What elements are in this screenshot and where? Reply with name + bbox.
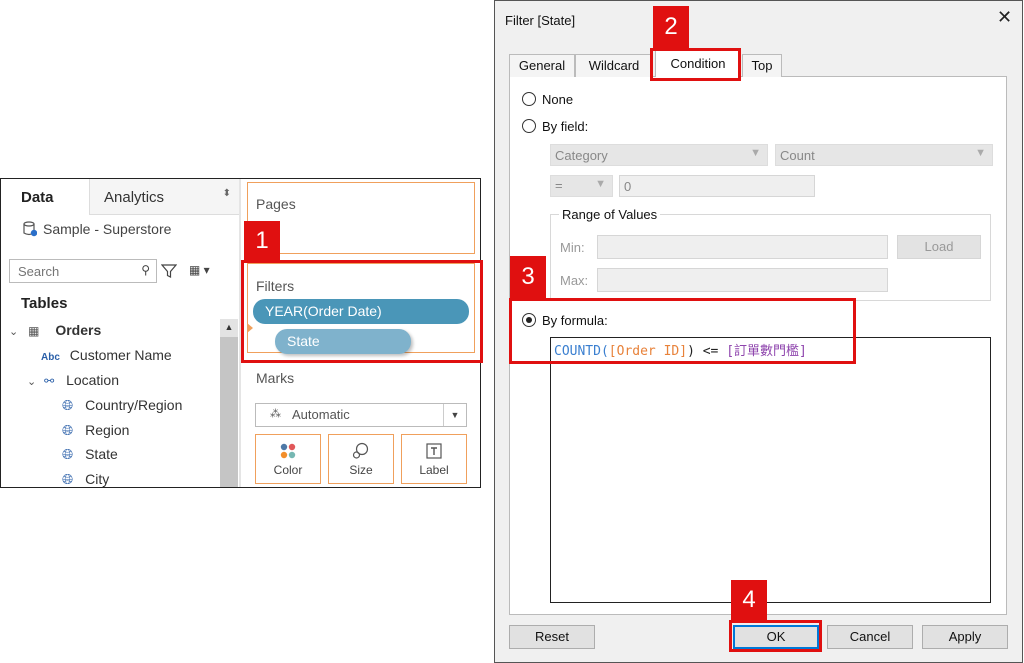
label-label: Label <box>419 463 449 477</box>
tree-item-label: Country/Region <box>85 397 183 413</box>
tree-item-label: Customer Name <box>69 347 172 363</box>
color-icon <box>280 443 296 459</box>
field-city[interactable]: 🌐︎ City <box>62 471 110 487</box>
tab-wildcard[interactable]: Wildcard <box>575 54 653 77</box>
table-icon: ▦ <box>28 324 40 338</box>
apply-button[interactable]: Apply <box>922 625 1008 649</box>
highlight-box-filters <box>241 260 483 363</box>
globe-icon: 🌐︎ <box>62 397 74 413</box>
hierarchy-icon: ⚯ <box>44 374 55 388</box>
field-select-value: Category <box>555 148 608 163</box>
tree-item-label: Orders <box>55 322 102 338</box>
radio-by-field[interactable] <box>522 119 536 133</box>
tree-item-label: Region <box>85 422 130 438</box>
search-icon[interactable]: ⚲ <box>141 263 150 277</box>
radio-by-field-label[interactable]: By field: <box>542 119 588 134</box>
tab-general[interactable]: General <box>509 54 575 77</box>
datasource-label: Sample - Superstore <box>43 221 172 237</box>
datasource-name[interactable]: Sample - Superstore <box>23 221 171 237</box>
chevron-down-icon: ▼ <box>975 147 986 159</box>
tab-data[interactable]: Data <box>21 189 54 206</box>
operator-select-value: = <box>555 178 563 193</box>
mark-type-value: Automatic <box>292 407 350 422</box>
size-label: Size <box>349 463 373 477</box>
database-icon <box>23 221 37 237</box>
value-field[interactable]: 0 <box>619 175 815 197</box>
label-mark-button[interactable]: Label <box>401 434 467 484</box>
string-type-icon: Abc <box>41 352 60 363</box>
chevron-down-icon: ▼ <box>595 178 606 190</box>
tab-analytics-label: Analytics <box>104 189 165 206</box>
radio-none-label[interactable]: None <box>542 92 573 107</box>
size-icon <box>352 442 369 459</box>
dialog-title: Filter [State] <box>505 13 576 28</box>
chevron-down-icon[interactable]: ⌄ <box>9 326 18 338</box>
tables-heading: Tables <box>21 295 68 312</box>
close-icon[interactable]: ✕ <box>997 7 1012 28</box>
globe-icon: 🌐︎ <box>62 446 74 462</box>
operator-select[interactable]: = ▼ <box>550 175 613 197</box>
marks-label: Marks <box>256 370 295 386</box>
table-orders[interactable]: ⌄ ▦ Orders <box>9 322 101 338</box>
globe-icon: 🌐︎ <box>62 422 74 438</box>
tree-item-label: City <box>85 471 110 487</box>
mark-type-select[interactable]: ⁂ Automatic ▼ <box>255 403 467 427</box>
hierarchy-location[interactable]: ⌄ ⚯ Location <box>27 372 119 388</box>
highlight-box-ok <box>729 620 822 652</box>
aggregation-select[interactable]: Count ▼ <box>775 144 993 166</box>
updown-arrow-icon[interactable]: ⬍ <box>223 188 231 199</box>
highlight-box-by-formula <box>509 298 856 364</box>
range-of-values-label: Range of Values <box>559 207 661 222</box>
dropdown-arrow-icon[interactable]: ▼ <box>443 404 466 426</box>
step-badge-1: 1 <box>244 221 280 261</box>
field-state[interactable]: 🌐︎ State <box>62 446 118 463</box>
color-mark-button[interactable]: Color <box>255 434 321 484</box>
cancel-button[interactable]: Cancel <box>827 625 913 649</box>
search-field[interactable]: ⚲ <box>9 259 157 283</box>
pages-shelf[interactable]: Pages <box>247 182 475 254</box>
field-customer-name[interactable]: Abc Customer Name <box>41 347 172 363</box>
label-icon <box>426 443 442 459</box>
step-badge-3: 3 <box>510 256 546 298</box>
automatic-mark-icon: ⁂ <box>270 408 281 420</box>
radio-none[interactable] <box>522 92 536 106</box>
min-field[interactable] <box>597 235 888 259</box>
chevron-down-icon[interactable]: ⌄ <box>27 376 36 388</box>
value-field-value: 0 <box>624 179 632 194</box>
view-options-icon[interactable]: ▦ ▾ <box>189 263 219 279</box>
pages-label: Pages <box>256 196 296 212</box>
tree-item-label: State <box>85 446 118 462</box>
globe-icon: 🌐︎ <box>62 471 74 487</box>
scroll-up-icon[interactable]: ▲ <box>220 319 238 335</box>
max-field[interactable] <box>597 268 888 292</box>
highlight-box-condition-tab <box>650 48 741 81</box>
load-button[interactable]: Load <box>897 235 981 259</box>
tab-top[interactable]: Top <box>742 54 782 77</box>
max-label: Max: <box>560 273 589 288</box>
step-badge-2: 2 <box>653 6 689 48</box>
search-input[interactable] <box>16 260 130 282</box>
chevron-down-icon: ▼ <box>750 147 761 159</box>
field-country-region[interactable]: 🌐︎ Country/Region <box>62 397 182 414</box>
tree-item-label: Location <box>66 372 119 388</box>
scrollbar-thumb[interactable] <box>220 337 238 487</box>
min-label: Min: <box>560 240 585 255</box>
step-badge-4: 4 <box>731 580 767 620</box>
field-select[interactable]: Category ▼ <box>550 144 768 166</box>
size-mark-button[interactable]: Size <box>328 434 394 484</box>
formula-editor[interactable]: COUNTD([Order ID]) <= [訂單數門檻] <box>550 337 991 603</box>
aggregation-select-value: Count <box>780 148 815 163</box>
filter-icon[interactable] <box>161 263 177 279</box>
tab-analytics[interactable]: Analytics ⬍ <box>89 179 239 215</box>
field-region[interactable]: 🌐︎ Region <box>62 422 129 439</box>
reset-button[interactable]: Reset <box>509 625 595 649</box>
color-label: Color <box>273 463 303 477</box>
